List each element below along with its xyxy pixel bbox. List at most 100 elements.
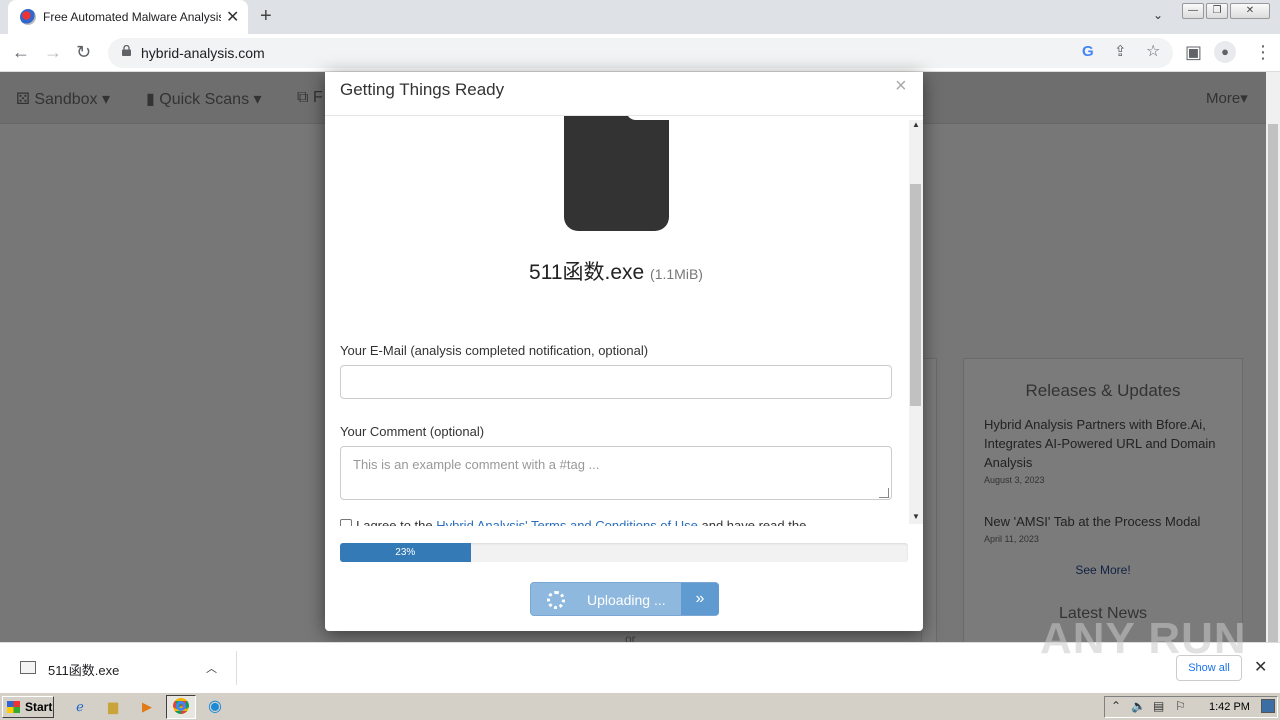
anyrun-watermark: ANY RUN [1040, 614, 1247, 663]
terms-prefix: I agree to the [356, 518, 437, 526]
nav-more[interactable]: More▾ [1206, 89, 1248, 107]
share-icon[interactable]: ⇪ [1114, 42, 1127, 60]
url-text[interactable]: hybrid-analysis.com [141, 45, 265, 61]
browser-toolbar: ← → ↻ hybrid-analysis.com G ⇪ ☆ ▣ ● ⋮ [0, 34, 1280, 72]
nav-file[interactable]: ⧉ F [297, 89, 323, 107]
start-label: Start [25, 700, 53, 714]
upload-modal: Getting Things Ready × 511函数.exe (1.1MiB… [325, 72, 923, 631]
address-bar[interactable]: hybrid-analysis.com G ⇪ ☆ [108, 38, 1173, 68]
google-icon[interactable]: G [1082, 43, 1094, 60]
double-chevron-right-icon[interactable]: » [681, 583, 719, 615]
chrome-icon [173, 698, 189, 714]
volume-icon[interactable]: 🔈 [1131, 699, 1146, 713]
download-file-name[interactable]: 511函数.exe [48, 660, 119, 679]
tray-expand-icon[interactable]: ⌃ [1111, 699, 1121, 713]
nav-quick-scans-label: Quick Scans [159, 91, 250, 108]
or-separator: or [625, 632, 636, 642]
textarea-resize-handle[interactable] [879, 488, 889, 498]
news-item-date: April 11, 2023 [984, 534, 1039, 544]
downloads-close-icon[interactable]: ✕ [1254, 657, 1267, 677]
file-size: (1.1MiB) [650, 266, 703, 282]
start-button[interactable]: Start [2, 696, 54, 718]
scroll-down-arrow-icon[interactable]: ▼ [912, 512, 920, 521]
exe-file-icon [20, 661, 36, 674]
news-item-title[interactable]: Hybrid Analysis Partners with Bfore.Ai, … [984, 415, 1229, 472]
system-tray: ⌃ 🔈 ▤ ⚐ 1:42 PM [1104, 696, 1278, 718]
reload-icon[interactable]: ↻ [76, 42, 91, 63]
file-icon [564, 116, 669, 231]
news-item-title[interactable]: New 'AMSI' Tab at the Process Modal [984, 514, 1200, 529]
browser-tab[interactable]: Free Automated Malware Analysis S ✕ [8, 0, 248, 34]
releases-heading: Releases & Updates [1025, 381, 1181, 400]
forward-arrow-icon[interactable]: → [44, 42, 62, 63]
edge-icon[interactable]: ◉ [205, 697, 225, 717]
action-center-flag-icon[interactable]: ⚐ [1175, 699, 1186, 713]
nav-more-label: More [1206, 90, 1241, 107]
nav-sandbox[interactable]: ⚄ Sandbox ▾ [16, 89, 110, 109]
page-scrollbar-thumb[interactable] [1268, 124, 1278, 642]
terms-checkbox[interactable] [340, 519, 352, 526]
content-panel [921, 358, 937, 642]
scroll-up-arrow-icon[interactable]: ▲ [912, 120, 920, 129]
file-name-display: 511函数.exe (1.1MiB) [325, 256, 907, 286]
terms-text: I agree to the Hybrid Analysis' Terms an… [356, 518, 806, 526]
releases-panel: Releases & Updates Hybrid Analysis Partn… [963, 358, 1243, 642]
nav-file-label: F [312, 89, 323, 106]
terms-suffix: and have read the [697, 518, 807, 526]
profile-avatar-icon[interactable]: ● [1214, 41, 1236, 63]
comment-label: Your Comment (optional) [340, 424, 485, 439]
upload-progress: 23% [340, 543, 908, 562]
nav-quick-scans[interactable]: ▮ Quick Scans ▾ [146, 89, 262, 109]
file-name: 511函数.exe [529, 261, 645, 284]
file-icon-fold [626, 116, 669, 120]
tab-title: Free Automated Malware Analysis S [43, 10, 221, 24]
minimize-button[interactable]: — [1182, 3, 1204, 19]
caret-down-icon: ▾ [101, 91, 111, 108]
new-tab-button[interactable]: + [260, 5, 272, 28]
chevron-up-icon[interactable]: ︿ [206, 660, 217, 676]
windows-logo-icon [7, 701, 20, 713]
taskbar-clock[interactable]: 1:42 PM [1209, 701, 1250, 713]
caret-down-icon: ▾ [1240, 90, 1248, 107]
modal-close-button[interactable]: × [895, 75, 907, 98]
modal-header: Getting Things Ready × [325, 72, 923, 116]
files-icon: ⧉ [297, 89, 309, 106]
show-desktop-icon[interactable] [1261, 699, 1275, 713]
window-close-button[interactable]: ✕ [1230, 3, 1270, 19]
email-field[interactable] [340, 365, 892, 399]
uploading-label: Uploading ... [587, 592, 666, 608]
terms-link[interactable]: Hybrid Analysis' Terms and Conditions of… [436, 518, 698, 526]
modal-body: 511函数.exe (1.1MiB) Your E-Mail (analysis… [325, 116, 923, 526]
upload-progress-bar: 23% [340, 543, 471, 562]
tab-strip: Free Automated Malware Analysis S ✕ + ⌄ … [0, 0, 1280, 34]
network-icon[interactable]: ▤ [1153, 699, 1164, 713]
modal-scrollbar[interactable]: ▲ ▼ [909, 120, 923, 524]
spinner-icon [547, 591, 565, 609]
bookmark-star-icon[interactable]: ☆ [1146, 41, 1160, 61]
downloads-divider [236, 651, 237, 685]
chrome-taskbar-button[interactable] [166, 695, 196, 719]
page-scrollbar[interactable] [1266, 72, 1280, 642]
site-favicon-icon [20, 9, 36, 25]
windows-taskbar: Start ℯ ▆ ▶ ◉ ⌃ 🔈 ▤ ⚐ 1:42 PM [0, 692, 1280, 720]
modal-scrollbar-thumb[interactable] [910, 184, 921, 406]
nav-sandbox-label: Sandbox [34, 91, 98, 108]
sandbox-icon: ⚄ [16, 91, 30, 108]
uploading-button[interactable]: Uploading ... » [530, 582, 719, 616]
menu-kebab-icon[interactable]: ⋮ [1254, 42, 1272, 63]
ie-icon[interactable]: ℯ [70, 697, 90, 717]
see-more-link[interactable]: See More! [964, 563, 1242, 577]
window-controls: — ❐ ✕ [1180, 1, 1270, 19]
caret-down-icon: ▾ [253, 91, 262, 108]
tab-search-chevron-icon[interactable]: ⌄ [1153, 8, 1163, 22]
back-arrow-icon[interactable]: ← [12, 42, 30, 63]
tab-close-icon[interactable]: ✕ [226, 7, 239, 27]
restore-button[interactable]: ❐ [1206, 3, 1228, 19]
media-player-icon[interactable]: ▶ [137, 697, 157, 717]
side-panel-icon[interactable]: ▣ [1185, 42, 1202, 63]
news-item-date: August 3, 2023 [984, 475, 1045, 485]
folder-icon[interactable]: ▆ [103, 697, 123, 717]
file-icon: ▮ [146, 91, 155, 108]
lock-icon[interactable] [122, 45, 131, 56]
comment-textarea[interactable]: This is an example comment with a #tag .… [340, 446, 892, 500]
